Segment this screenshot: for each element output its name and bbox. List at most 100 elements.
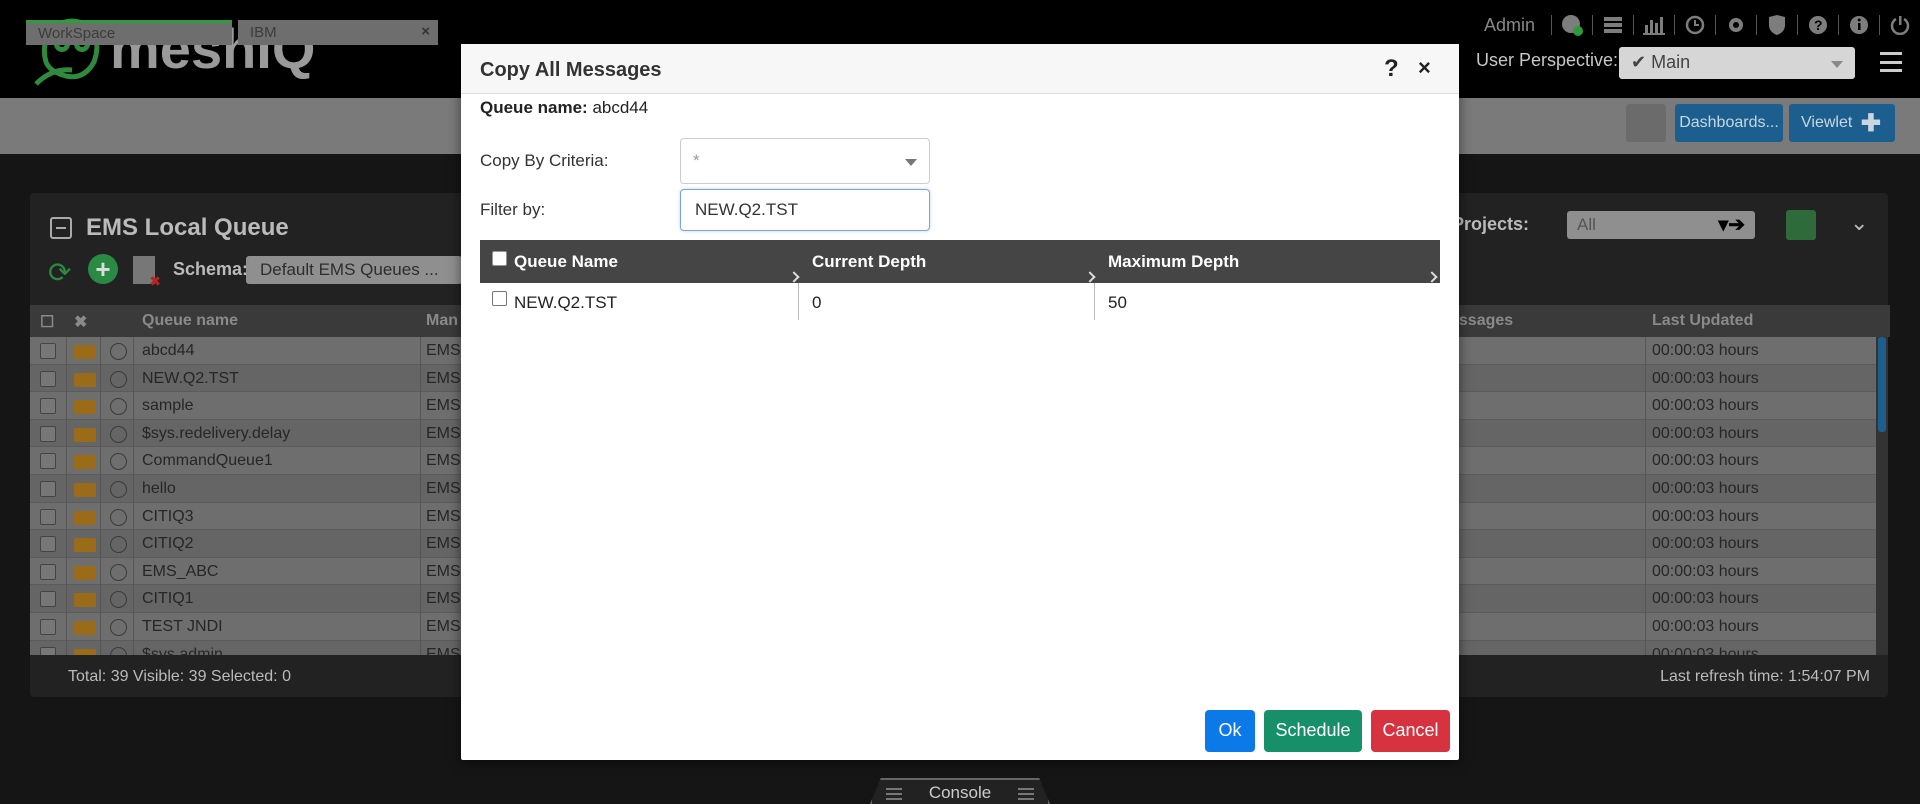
- projects-label: Projects:: [1452, 214, 1530, 234]
- shield-icon[interactable]: [1765, 13, 1789, 37]
- folder-icon: [74, 400, 96, 415]
- hamburger-menu-icon[interactable]: [1880, 52, 1902, 72]
- chart-icon[interactable]: [1642, 13, 1666, 37]
- help-icon[interactable]: ?: [1384, 55, 1399, 83]
- row-checkbox[interactable]: [40, 591, 56, 608]
- header-maximum-depth[interactable]: Maximum Depth: [1108, 252, 1239, 272]
- schedule-button[interactable]: Schedule: [1264, 710, 1362, 752]
- info-icon[interactable]: [1847, 13, 1871, 37]
- folder-icon: [74, 648, 96, 655]
- dialog-header: Copy All Messages ? ×: [461, 44, 1459, 94]
- tab-ibm[interactable]: IBM ×: [238, 20, 438, 45]
- column-last-updated[interactable]: Last Updated: [1652, 312, 1753, 330]
- resize-handle[interactable]: [788, 271, 800, 283]
- cancel-button[interactable]: Cancel: [1371, 710, 1450, 752]
- server-icon[interactable]: [1601, 13, 1625, 37]
- clock-icon: [110, 508, 127, 526]
- folder-icon: [74, 372, 96, 387]
- row-checkbox[interactable]: [492, 291, 507, 306]
- cell-last-updated: 00:00:03 hours: [1652, 452, 1759, 470]
- clock-icon: [110, 425, 127, 443]
- close-tab-icon[interactable]: ×: [421, 23, 430, 40]
- svg-text:?: ?: [1814, 17, 1823, 33]
- folder-icon: [74, 482, 96, 497]
- add-viewlet-button[interactable]: Viewlet ✚: [1789, 104, 1895, 142]
- check-icon: ✔: [1631, 52, 1647, 72]
- projects-select[interactable]: All ▾➔: [1567, 211, 1755, 239]
- refresh-icon[interactable]: ⟳: [48, 256, 71, 289]
- power-icon[interactable]: [1888, 13, 1912, 37]
- add-icon[interactable]: +: [88, 254, 118, 284]
- perspective-label: User Perspective:: [1476, 50, 1619, 70]
- criteria-select[interactable]: *: [680, 138, 930, 184]
- row-checkbox[interactable]: [40, 508, 56, 525]
- row-checkbox[interactable]: [40, 370, 56, 387]
- row-checkbox[interactable]: [40, 425, 56, 442]
- chevron-down-icon[interactable]: ⌄: [1850, 210, 1868, 236]
- tab-workspace[interactable]: WorkSpace: [26, 20, 232, 45]
- row-checkbox[interactable]: [40, 646, 56, 655]
- user-name[interactable]: Admin: [1484, 15, 1535, 36]
- cell-manager: EMS-: [426, 397, 466, 415]
- chevron-down-icon: [905, 159, 917, 166]
- cell-manager: EMS-: [426, 369, 466, 387]
- divider: [1551, 15, 1552, 35]
- row-checkbox[interactable]: [40, 536, 56, 553]
- help-icon[interactable]: ?: [1806, 13, 1830, 37]
- table-header: Queue Name Current Depth Maximum Depth: [480, 240, 1440, 283]
- select-all-checkbox[interactable]: ☐: [40, 312, 54, 332]
- scroll-thumb[interactable]: [1878, 337, 1886, 432]
- row-checkbox[interactable]: [40, 563, 56, 580]
- select-all-checkbox[interactable]: [492, 251, 507, 266]
- grid-counts: Total: 39 Visible: 39 Selected: 0: [68, 668, 291, 685]
- clear-icon[interactable]: ✖: [74, 312, 87, 332]
- header-queue-name[interactable]: Queue Name: [514, 252, 618, 272]
- cell-last-updated: 00:00:03 hours: [1652, 645, 1759, 655]
- perspective-select[interactable]: ✔ Main: [1619, 47, 1855, 79]
- filter-input[interactable]: [680, 189, 930, 231]
- grid-scrollbar[interactable]: [1876, 337, 1888, 655]
- dashboards-button[interactable]: Dashboards...: [1675, 104, 1783, 142]
- cell-manager: EMS-: [426, 645, 466, 655]
- cell-last-updated: 00:00:03 hours: [1652, 479, 1759, 497]
- row-checkbox[interactable]: [40, 453, 56, 470]
- drag-handle-icon: [886, 788, 902, 800]
- cell-queue-name: CITIQ3: [142, 507, 194, 525]
- cell-last-updated: 00:00:03 hours: [1652, 397, 1759, 415]
- row-checkbox[interactable]: [40, 480, 56, 497]
- top-icon-bar: Admin ?: [1484, 10, 1912, 40]
- copy-button[interactable]: [1626, 104, 1666, 142]
- cell-queue-name: sample: [142, 397, 194, 415]
- column-messages[interactable]: essages: [1450, 312, 1513, 330]
- clock-icon: [110, 480, 127, 498]
- clock-icon: [110, 646, 127, 655]
- drag-handle-icon: [1018, 788, 1034, 800]
- clock-icon[interactable]: [1683, 13, 1707, 37]
- clock-icon: [110, 563, 127, 581]
- cell-last-updated: 00:00:03 hours: [1652, 535, 1759, 553]
- resize-handle[interactable]: [1426, 271, 1438, 283]
- close-icon[interactable]: ×: [1418, 55, 1431, 81]
- gear-icon[interactable]: [1724, 13, 1748, 37]
- cell-maximum-depth: 50: [1108, 293, 1127, 312]
- console-tab[interactable]: Console: [870, 778, 1050, 804]
- folder-icon: [74, 620, 96, 635]
- table-row[interactable]: NEW.Q2.TST 0 50: [480, 283, 1440, 320]
- row-checkbox[interactable]: [40, 398, 56, 415]
- header-current-depth[interactable]: Current Depth: [812, 252, 926, 272]
- excel-export-icon[interactable]: [1786, 210, 1816, 240]
- plus-icon: ✚: [1860, 110, 1881, 137]
- folder-icon: [74, 345, 96, 359]
- row-checkbox[interactable]: [40, 618, 56, 635]
- queue-name-info: Queue name: abcd44: [480, 98, 648, 118]
- column-manager[interactable]: Man: [426, 312, 458, 330]
- delete-icon[interactable]: [133, 256, 161, 290]
- arrow-right-icon[interactable]: ▾➔: [1718, 212, 1745, 237]
- cell-manager: EMS-: [426, 424, 466, 442]
- schema-select[interactable]: Default EMS Queues ...: [246, 256, 462, 284]
- ok-button[interactable]: Ok: [1205, 710, 1255, 752]
- column-queue-name[interactable]: Queue name: [142, 312, 238, 330]
- row-checkbox[interactable]: [40, 343, 56, 359]
- globe-icon[interactable]: [1560, 13, 1584, 37]
- resize-handle[interactable]: [1084, 271, 1096, 283]
